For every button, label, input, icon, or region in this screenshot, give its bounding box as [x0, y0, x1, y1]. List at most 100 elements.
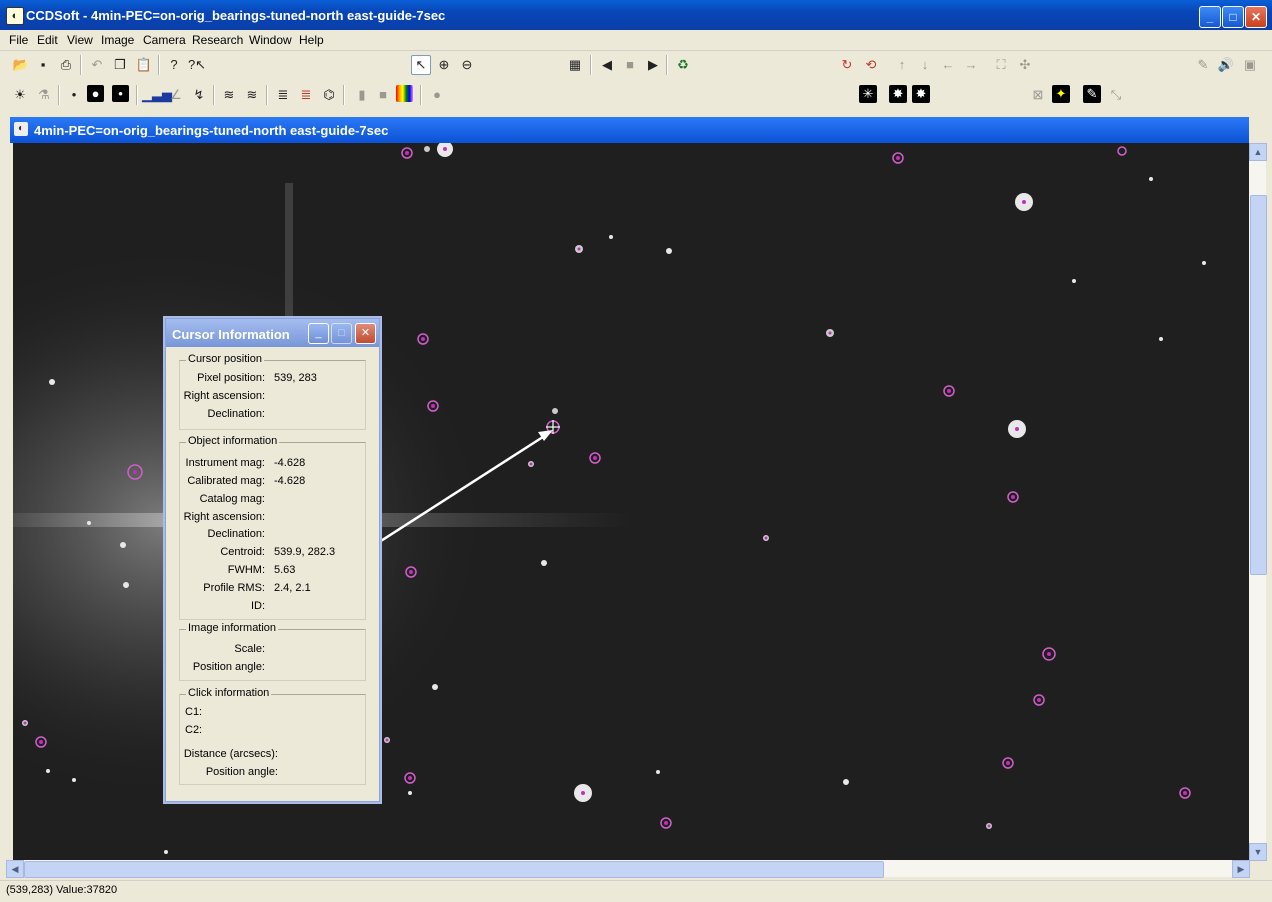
down-arrow-icon[interactable]: ↓ — [915, 55, 935, 75]
brightness-icon[interactable]: ☀ — [10, 85, 30, 105]
star-burst-red-icon[interactable]: ✸ — [912, 85, 930, 103]
circle-icon[interactable]: ● — [427, 85, 447, 105]
left-arrow-icon[interactable]: ← — [938, 55, 958, 75]
pointer-tool-icon[interactable]: ↖ — [411, 55, 431, 75]
flask-icon[interactable]: ⚗ — [34, 85, 54, 105]
context-help-icon[interactable]: ?↖ — [187, 55, 207, 75]
trash-icon[interactable]: ♻ — [673, 55, 693, 75]
stack-icon[interactable]: ≋ — [219, 85, 239, 105]
star-grid-icon[interactable]: ✳ — [859, 85, 877, 103]
open-icon[interactable]: 📂 — [11, 55, 31, 75]
paste-icon[interactable]: 📋 — [134, 55, 154, 75]
zoom-in-icon[interactable]: ⊕ — [434, 55, 454, 75]
menu-help[interactable]: Help — [299, 33, 324, 47]
menu-image[interactable]: Image — [101, 33, 134, 47]
horizontal-scrollbar[interactable]: ◀ ▶ — [6, 860, 1250, 878]
centroid-value: 539.9, 282.3 — [274, 546, 336, 558]
rotate-icon[interactable]: ↻ — [837, 55, 857, 75]
profile-rms-value: 2.4, 2.1 — [274, 582, 311, 594]
toolbar-separator — [158, 55, 160, 75]
edit-icon[interactable]: ✎ — [1193, 55, 1213, 75]
copy-icon[interactable]: ❐ — [110, 55, 130, 75]
gray-square-icon[interactable]: ■ — [373, 85, 393, 105]
image-window-title-bar: ◐ 4min-PEC=on-orig_bearings-tuned-north … — [10, 117, 1249, 143]
sound-icon[interactable]: 🔊 — [1216, 55, 1236, 75]
minimize-button[interactable]: _ — [1199, 6, 1221, 28]
undo-icon[interactable]: ↶ — [87, 55, 107, 75]
star-dot-icon[interactable]: • — [64, 85, 84, 105]
id-label: ID: — [250, 600, 265, 612]
menu-camera[interactable]: Camera — [143, 33, 186, 47]
ccdsoft-logo-icon: ◐ — [6, 7, 24, 25]
menu-edit[interactable]: Edit — [37, 33, 58, 47]
maximize-button[interactable]: □ — [1222, 6, 1244, 28]
instrument-mag-label: Instrument mag: — [185, 457, 265, 469]
camera-icon[interactable]: ▣ — [1240, 55, 1260, 75]
menu-window[interactable]: Window — [249, 33, 292, 47]
curve-icon[interactable]: ∠ — [166, 85, 186, 105]
gray-pen-icon[interactable]: ⤡ — [1106, 85, 1126, 105]
menu-bar: File Edit View Image Camera Research Win… — [0, 30, 1272, 51]
toolbar-separator — [343, 85, 345, 105]
group-heading: Click information — [186, 687, 272, 699]
align-icon[interactable]: ⌬ — [319, 85, 339, 105]
layers-icon[interactable]: ≣ — [273, 85, 293, 105]
fit-icon[interactable]: ⛶ — [991, 55, 1011, 75]
zoom-out-icon[interactable]: ⊖ — [457, 55, 477, 75]
up-arrow-icon[interactable]: ↑ — [892, 55, 912, 75]
scroll-left-icon[interactable]: ◀ — [6, 860, 24, 878]
horizontal-scroll-thumb[interactable] — [24, 861, 884, 878]
stack-2-icon[interactable]: ≋ — [242, 85, 262, 105]
close-button[interactable]: ✕ — [1245, 6, 1267, 28]
dialog-maximize-button[interactable]: □ — [331, 323, 352, 344]
pixel-position-value: 539, 283 — [274, 372, 317, 384]
star-burst-icon[interactable]: ✸ — [889, 85, 907, 103]
toolbar-row-2: ☀ ⚗ • ● • ▁▃▅ ∠ ↯ ≋ ≋ ≣ ≣ ⌬ ▮ ■ ● ✳ ✸ ✸ … — [0, 83, 1272, 109]
help-icon[interactable]: ? — [164, 55, 184, 75]
toolbar-separator — [590, 55, 592, 75]
image-position-angle-label: Position angle: — [192, 661, 265, 673]
app-title: CCDSoft - 4min-PEC=on-orig_bearings-tune… — [26, 8, 446, 23]
star-pen-icon[interactable]: ✎ — [1083, 85, 1101, 103]
right-arrow-icon[interactable]: → — [961, 55, 981, 75]
vertical-scrollbar[interactable]: ▲ ▼ — [1249, 143, 1267, 861]
menu-research[interactable]: Research — [192, 33, 243, 47]
declination-label: Declination: — [207, 408, 265, 420]
next-icon[interactable]: ▶ — [643, 55, 663, 75]
scale-label: Scale: — [234, 643, 265, 655]
c1-label: C1: — [185, 706, 203, 718]
print-icon[interactable]: ⎙ — [56, 55, 76, 75]
toolbar-separator — [266, 85, 268, 105]
gray-bar-icon[interactable]: ▮ — [352, 85, 372, 105]
menu-view[interactable]: View — [67, 33, 93, 47]
dialog-title-bar[interactable]: Cursor Information _ □ ✕ — [166, 319, 379, 347]
rainbow-palette-icon[interactable] — [396, 85, 413, 102]
star-box-small-icon[interactable]: • — [112, 85, 129, 102]
scroll-right-icon[interactable]: ▶ — [1232, 860, 1250, 878]
catalog-mag-label: Catalog mag: — [199, 493, 265, 505]
instrument-mag-value: -4.628 — [274, 457, 306, 469]
yellow-star-icon[interactable]: ✦ — [1052, 85, 1070, 103]
toolbar-separator — [136, 85, 138, 105]
save-icon[interactable]: ▪ — [33, 55, 53, 75]
transfer-icon[interactable]: ↯ — [189, 85, 209, 105]
dialog-close-button[interactable]: ✕ — [355, 323, 376, 344]
tile-icon[interactable]: ▦ — [565, 55, 585, 75]
stop-icon[interactable]: ■ — [620, 55, 640, 75]
profile-rms-label: Profile RMS: — [203, 582, 265, 594]
menu-file[interactable]: File — [9, 33, 28, 47]
star-box-icon[interactable]: ● — [87, 85, 104, 102]
status-text: (539,283) Value:37820 — [6, 884, 118, 896]
image-window-title: 4min-PEC=on-orig_bearings-tuned-north ea… — [34, 123, 389, 138]
flip-icon[interactable]: ⟲ — [861, 55, 881, 75]
scroll-up-icon[interactable]: ▲ — [1249, 143, 1267, 161]
expand-icon[interactable]: ✣ — [1015, 55, 1035, 75]
previous-icon[interactable]: ◀ — [597, 55, 617, 75]
calibrated-mag-label: Calibrated mag: — [187, 475, 265, 487]
gray-star-icon[interactable]: ⊠ — [1028, 85, 1048, 105]
vertical-scroll-thumb[interactable] — [1250, 195, 1267, 575]
histogram-icon[interactable]: ▁▃▅ — [142, 85, 172, 105]
dialog-minimize-button[interactable]: _ — [308, 323, 329, 344]
scroll-down-icon[interactable]: ▼ — [1249, 843, 1267, 861]
color-layers-icon[interactable]: ≣ — [296, 85, 316, 105]
